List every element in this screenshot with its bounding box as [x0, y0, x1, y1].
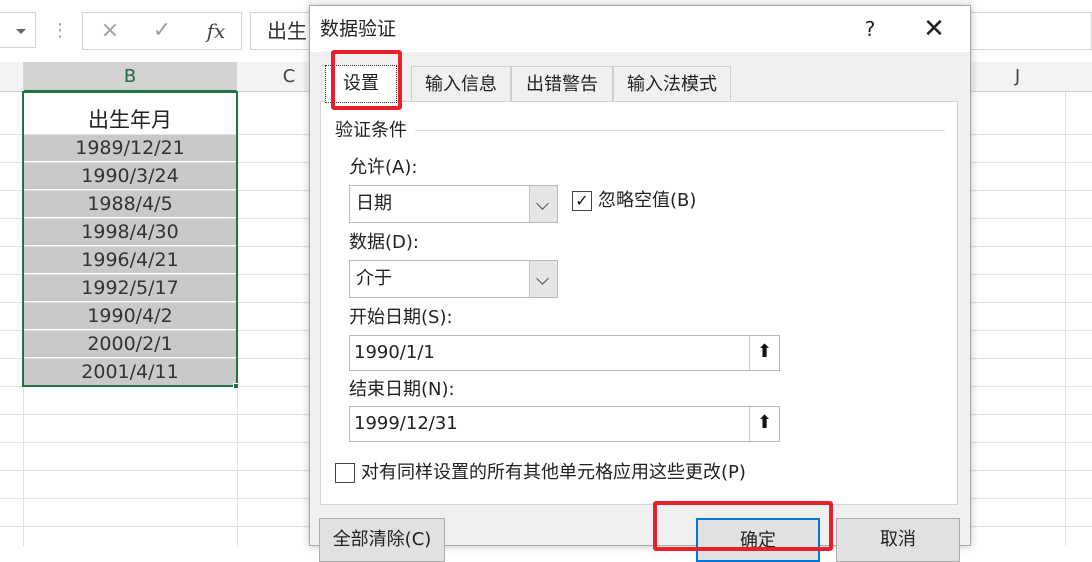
chevron-down-icon[interactable]	[529, 186, 557, 222]
validation-criteria-label: 验证条件	[335, 120, 407, 141]
end-date-input[interactable]: 1999/12/31 ⬆	[349, 406, 780, 442]
start-date-value: 1990/1/1	[354, 342, 435, 363]
chevron-down-icon[interactable]	[529, 261, 557, 297]
name-box-dropdown-icon[interactable]	[16, 29, 26, 34]
start-date-label: 开始日期(S):	[349, 307, 453, 328]
allow-label: 允许(A):	[349, 157, 418, 178]
apply-all-checkbox[interactable]	[335, 463, 355, 483]
close-icon[interactable]: ✕	[914, 6, 954, 52]
selection-border	[22, 91, 238, 387]
data-select-value: 介于	[356, 268, 392, 289]
end-date-value: 1999/12/31	[354, 413, 458, 434]
dialog-title: 数据验证	[320, 18, 397, 40]
highlight-box-settings-tab	[331, 50, 402, 110]
help-icon[interactable]: ?	[858, 6, 882, 52]
group-divider	[415, 130, 945, 131]
cancel-button[interactable]: 取消	[836, 518, 960, 562]
tab-error-alert[interactable]: 出错警告	[511, 66, 613, 102]
collapse-dialog-icon[interactable]: ⬆	[749, 407, 779, 441]
insert-function-icon[interactable]: fx	[201, 17, 231, 45]
column-header-b[interactable]: B	[24, 62, 237, 92]
data-select[interactable]: 介于	[349, 260, 558, 298]
allow-select[interactable]: 日期	[349, 185, 558, 223]
ignore-blank-checkbox[interactable]: ✓	[572, 191, 592, 211]
data-label: 数据(D):	[349, 232, 419, 253]
clear-all-button[interactable]: 全部清除(C)	[319, 518, 445, 562]
apply-all-label[interactable]: 对有同样设置的所有其他单元格应用这些更改(P)	[361, 460, 746, 486]
collapse-dialog-icon[interactable]: ⬆	[749, 336, 779, 370]
ignore-blank-label[interactable]: 忽略空值(B)	[598, 188, 696, 214]
tab-input-message[interactable]: 输入信息	[411, 66, 511, 102]
tab-ime-mode[interactable]: 输入法模式	[613, 66, 731, 102]
fill-handle[interactable]	[233, 383, 239, 389]
allow-select-value: 日期	[356, 193, 392, 214]
formula-buttons: × ✓ fx	[82, 12, 242, 50]
column-header-a[interactable]	[0, 62, 24, 92]
cancel-formula-icon[interactable]: ×	[97, 17, 123, 45]
data-validation-dialog: 数据验证 ? ✕ 设置 输入信息 出错警告 输入法模式 验证条件 允许(A): …	[309, 5, 971, 562]
highlight-box-ok-button	[653, 501, 833, 551]
start-date-input[interactable]: 1990/1/1 ⬆	[349, 335, 780, 371]
formula-bar-grip-icon: ⋮	[51, 20, 69, 41]
enter-formula-icon[interactable]: ✓	[149, 17, 175, 45]
end-date-label: 结束日期(N):	[349, 379, 455, 400]
name-box[interactable]	[0, 12, 36, 48]
dialog-titlebar[interactable]: 数据验证 ? ✕	[310, 6, 970, 52]
column-header-j[interactable]: J	[970, 62, 1065, 92]
